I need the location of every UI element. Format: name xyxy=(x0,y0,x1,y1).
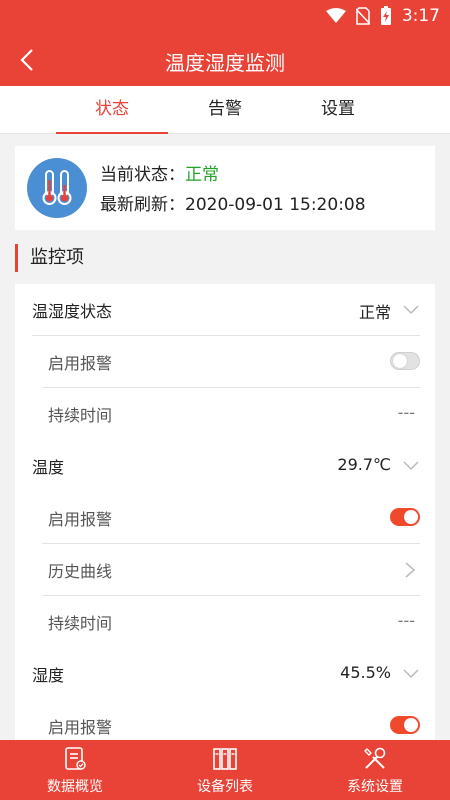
page-title: 温度湿度监测 xyxy=(165,51,285,75)
list-item-enable-alarm: 启用报警 xyxy=(15,336,435,388)
title-bar: 温度湿度监测 xyxy=(0,34,450,86)
wifi-icon xyxy=(325,8,346,23)
nav-data-overview[interactable]: 数据概览 xyxy=(0,740,150,800)
item-label: 温湿度状态 xyxy=(32,302,113,321)
chevron-down-icon[interactable] xyxy=(402,664,420,682)
item-label: 温度 xyxy=(32,458,65,477)
chevron-down-icon[interactable] xyxy=(402,456,420,474)
last-refresh-label: 最新刷新： xyxy=(100,195,185,215)
last-refresh: 最新刷新：2020-09-01 15:20:08 xyxy=(100,190,366,215)
system-settings-icon xyxy=(364,747,386,769)
tab-settings[interactable]: 设置 xyxy=(282,86,394,134)
no-sim-icon xyxy=(355,7,370,25)
list-item-enable-alarm: 启用报警 xyxy=(15,700,435,740)
chevron-right-icon[interactable] xyxy=(403,561,417,579)
tab-alarm[interactable]: 告警 xyxy=(169,86,281,134)
item-label: 启用报警 xyxy=(48,718,113,737)
current-status: 当前状态：正常 xyxy=(100,160,219,185)
device-list-icon xyxy=(213,748,237,770)
item-value: --- xyxy=(397,403,415,422)
current-status-value: 正常 xyxy=(185,165,219,185)
nav-label: 系统设置 xyxy=(347,779,403,795)
item-label: 启用报警 xyxy=(48,510,113,529)
list-item-duration: 持续时间 --- xyxy=(15,388,435,440)
item-value: 29.7℃ xyxy=(337,455,391,474)
item-value: --- xyxy=(397,611,415,630)
item-label: 历史曲线 xyxy=(48,562,113,581)
list-item-duration: 持续时间 --- xyxy=(15,596,435,648)
chevron-down-icon[interactable] xyxy=(402,300,420,318)
data-overview-icon xyxy=(65,747,86,770)
item-label: 启用报警 xyxy=(48,354,113,373)
last-refresh-value: 2020-09-01 15:20:08 xyxy=(185,195,366,215)
nav-label: 设备列表 xyxy=(197,779,253,795)
battery-charging-icon xyxy=(380,6,391,25)
list-item-history-curve[interactable]: 历史曲线 xyxy=(15,544,435,596)
alarm-toggle[interactable] xyxy=(390,352,420,370)
list-item-temp-humidity-status[interactable]: 温湿度状态 正常 xyxy=(15,284,435,336)
item-label: 湿度 xyxy=(32,666,65,685)
current-status-label: 当前状态： xyxy=(100,165,185,185)
list-item-enable-alarm: 启用报警 xyxy=(15,492,435,544)
item-label: 持续时间 xyxy=(48,406,113,425)
status-card: 当前状态：正常 最新刷新：2020-09-01 15:20:08 xyxy=(15,146,435,230)
nav-system-settings[interactable]: 系统设置 xyxy=(300,740,450,800)
list-item-temperature[interactable]: 温度 29.7℃ xyxy=(15,440,435,492)
toggle-knob xyxy=(404,510,418,524)
nav-device-list[interactable]: 设备列表 xyxy=(150,740,300,800)
list-item-humidity[interactable]: 湿度 45.5% xyxy=(15,648,435,700)
monitor-list: 温湿度状态 正常 启用报警 持续时间 --- 温度 29.7℃ 启用报警 历史曲… xyxy=(15,284,435,740)
nav-label: 数据概览 xyxy=(47,779,103,795)
bottom-nav: 数据概览 设备列表 系统设置 xyxy=(0,740,450,800)
item-value: 正常 xyxy=(358,303,391,322)
toggle-knob xyxy=(393,354,407,368)
item-label: 持续时间 xyxy=(48,614,113,633)
toggle-knob xyxy=(404,718,418,732)
item-value: 45.5% xyxy=(340,663,391,682)
alarm-toggle[interactable] xyxy=(390,508,420,526)
tab-status[interactable]: 状态 xyxy=(56,86,168,134)
status-bar: 3:17 xyxy=(0,0,450,34)
thermometer-icon xyxy=(27,158,87,218)
section-title: 监控项 xyxy=(15,244,84,272)
clock-time: 3:17 xyxy=(401,6,440,26)
alarm-toggle[interactable] xyxy=(390,716,420,734)
tab-bar: 状态 告警 设置 xyxy=(0,86,450,134)
